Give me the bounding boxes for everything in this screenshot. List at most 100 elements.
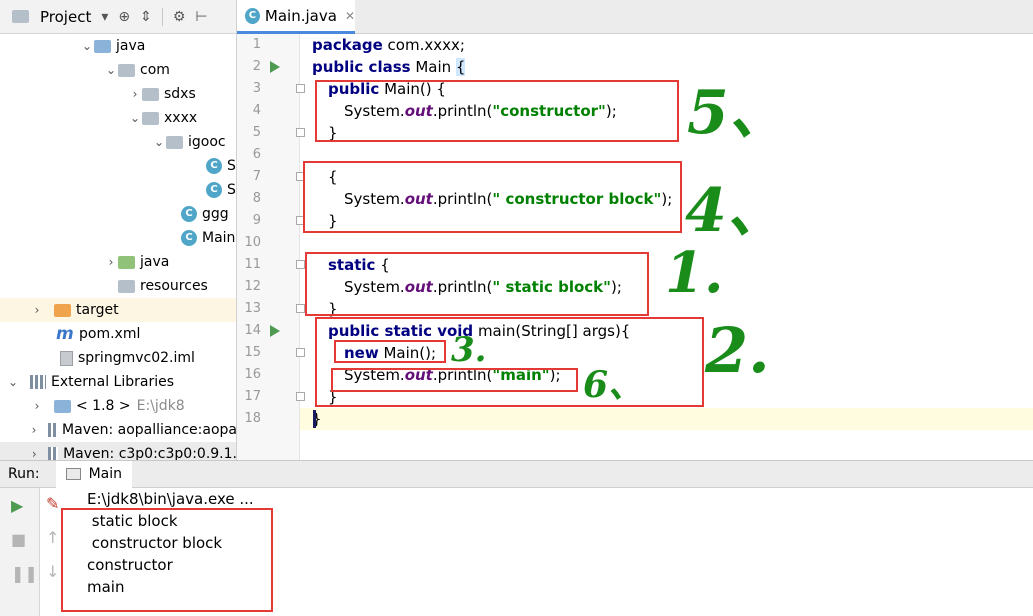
line-number: 4 xyxy=(252,103,261,118)
code-line-2: public class Main { xyxy=(312,58,466,76)
tree-item-java-test[interactable]: › java xyxy=(0,250,236,274)
run-main-icon[interactable] xyxy=(270,325,280,337)
chevron-right-icon[interactable]: › xyxy=(128,87,142,101)
fold-icon[interactable] xyxy=(296,84,305,93)
tree-item-jdk[interactable]: › < 1.8 > E:\jdk8 xyxy=(0,394,236,418)
fold-icon[interactable] xyxy=(296,348,305,357)
class-icon: C xyxy=(181,230,197,246)
fold-icon[interactable] xyxy=(296,128,305,137)
tree-item-sdxs[interactable]: › sdxs xyxy=(0,82,236,106)
collapse-all-icon[interactable]: ⇕ xyxy=(140,9,152,25)
tab-main-java[interactable]: C Main.java ✕ xyxy=(237,0,355,34)
gear-icon[interactable]: ⚙ xyxy=(173,9,186,25)
chevron-down-icon[interactable]: ⌄ xyxy=(80,39,94,53)
class-icon: C xyxy=(206,182,222,198)
resources-folder-icon xyxy=(118,279,135,293)
tree-item-label: ggg xyxy=(202,206,229,222)
tree-item-label: < 1.8 > xyxy=(76,398,131,414)
annotation-number-2: 2. xyxy=(705,314,770,387)
run-tool-window-header: Run: Main xyxy=(0,460,1033,488)
tree-item-label: com xyxy=(140,62,170,78)
line-number: 3 xyxy=(252,81,261,96)
chevron-right-icon[interactable]: › xyxy=(30,399,44,413)
tree-item-pom[interactable]: m pom.xml xyxy=(0,322,236,346)
editor-gutter: 1 2 3 4 5 6 7 8 9 10 11 12 13 14 15 16 1… xyxy=(237,34,305,460)
folder-icon xyxy=(118,255,135,269)
chevron-right-icon[interactable]: › xyxy=(30,423,38,437)
tree-item-label: igooc xyxy=(188,134,226,150)
line-number: 8 xyxy=(252,191,261,206)
console-icon xyxy=(65,468,81,480)
line-number: 2 xyxy=(252,59,261,74)
line-number: 15 xyxy=(244,345,261,360)
line-number: 7 xyxy=(252,169,261,184)
class-icon: C xyxy=(181,206,197,222)
fold-icon[interactable] xyxy=(296,260,305,269)
console-output[interactable]: ✎ ↑ ↓ E:\jdk8\bin\java.exe ... static bl… xyxy=(40,488,1033,616)
tree-item-maven-aopalliance[interactable]: › Maven: aopalliance:aopa xyxy=(0,418,236,442)
tab-run-main[interactable]: Main xyxy=(55,460,132,488)
folder-icon xyxy=(54,303,71,317)
class-icon: C xyxy=(206,158,222,174)
library-icon xyxy=(48,447,59,460)
locate-icon[interactable]: ⊕ xyxy=(118,9,130,25)
chevron-down-icon[interactable]: ⌄ xyxy=(152,135,166,149)
rerun-icon[interactable]: ▶ xyxy=(11,496,23,515)
tree-item-label: S xyxy=(227,182,236,198)
run-tab-label: Main xyxy=(88,466,122,482)
annotation-box-constructor xyxy=(315,80,679,142)
tree-item-resources[interactable]: resources xyxy=(0,274,236,298)
package-icon xyxy=(142,87,159,101)
project-view-selector[interactable]: Project xyxy=(40,8,91,26)
stop-icon[interactable]: ■ xyxy=(11,530,26,549)
chevron-down-icon[interactable]: ⌄ xyxy=(104,63,118,77)
annotation-box-static-block xyxy=(305,252,649,316)
hide-panel-icon[interactable]: ⊢ xyxy=(195,9,207,25)
library-icon xyxy=(47,423,58,437)
tree-item-igooc[interactable]: ⌄ igooc xyxy=(0,130,236,154)
run-class-icon[interactable] xyxy=(270,61,280,73)
line-number: 9 xyxy=(252,213,261,228)
line-number: 12 xyxy=(244,279,261,294)
line-number: 13 xyxy=(244,301,261,316)
tree-item-iml[interactable]: springmvc02.iml xyxy=(0,346,236,370)
fold-icon[interactable] xyxy=(296,392,305,401)
fold-icon[interactable] xyxy=(296,304,305,313)
tree-item-label: sdxs xyxy=(164,86,196,102)
edit-config-icon[interactable]: ✎ xyxy=(46,494,59,513)
tree-item-xxxx[interactable]: ⌄ xxxx xyxy=(0,106,236,130)
chevron-right-icon[interactable]: › xyxy=(30,447,38,460)
tree-item-maven-c3p0[interactable]: › Maven: c3p0:c3p0:0.9.1. xyxy=(0,442,236,460)
tree-item-class-ggg[interactable]: C ggg xyxy=(0,202,236,226)
tree-item-target[interactable]: › target xyxy=(0,298,236,322)
arrow-up-icon[interactable]: ↑ xyxy=(46,528,59,547)
library-icon xyxy=(30,375,46,389)
tab-label: Main.java xyxy=(264,6,337,25)
annotation-number-5: 5、 xyxy=(687,78,789,148)
annotation-number-3: 3. xyxy=(451,330,487,370)
annotation-box-constructor-block xyxy=(303,161,682,233)
line-number: 1 xyxy=(252,37,261,52)
annotation-box-new-main xyxy=(334,340,446,363)
code-editor[interactable]: 1 2 3 4 5 6 7 8 9 10 11 12 13 14 15 16 1… xyxy=(237,34,1033,460)
line-number: 5 xyxy=(252,125,261,140)
chevron-down-icon[interactable]: ▾ xyxy=(101,9,108,25)
arrow-down-icon[interactable]: ↓ xyxy=(46,562,59,581)
pause-icon[interactable]: ❚❚ xyxy=(11,564,38,583)
text-caret xyxy=(313,410,316,428)
tree-item-class-s1[interactable]: C S xyxy=(0,154,236,178)
tree-item-class-main[interactable]: C Main xyxy=(0,226,236,250)
chevron-down-icon[interactable]: ⌄ xyxy=(128,111,142,125)
tree-item-com[interactable]: ⌄ com xyxy=(0,58,236,82)
chevron-right-icon[interactable]: › xyxy=(30,303,44,317)
tree-item-class-s2[interactable]: C S xyxy=(0,178,236,202)
jdk-path: E:\jdk8 xyxy=(136,398,185,414)
chevron-right-icon[interactable]: › xyxy=(104,255,118,269)
tree-item-external-libraries[interactable]: ⌄ External Libraries xyxy=(0,370,236,394)
line-number: 6 xyxy=(252,147,261,162)
chevron-down-icon[interactable]: ⌄ xyxy=(6,375,20,389)
project-tool-window: Project ▾ ⊕ ⇕ ⚙ ⊢ ⌄ java ⌄ com › sdxs ⌄ … xyxy=(0,0,237,460)
tree-item-java-src[interactable]: ⌄ java xyxy=(0,34,236,58)
run-toolbar: ▶ ■ ❚❚ xyxy=(0,488,40,616)
close-icon[interactable]: ✕ xyxy=(345,9,355,23)
